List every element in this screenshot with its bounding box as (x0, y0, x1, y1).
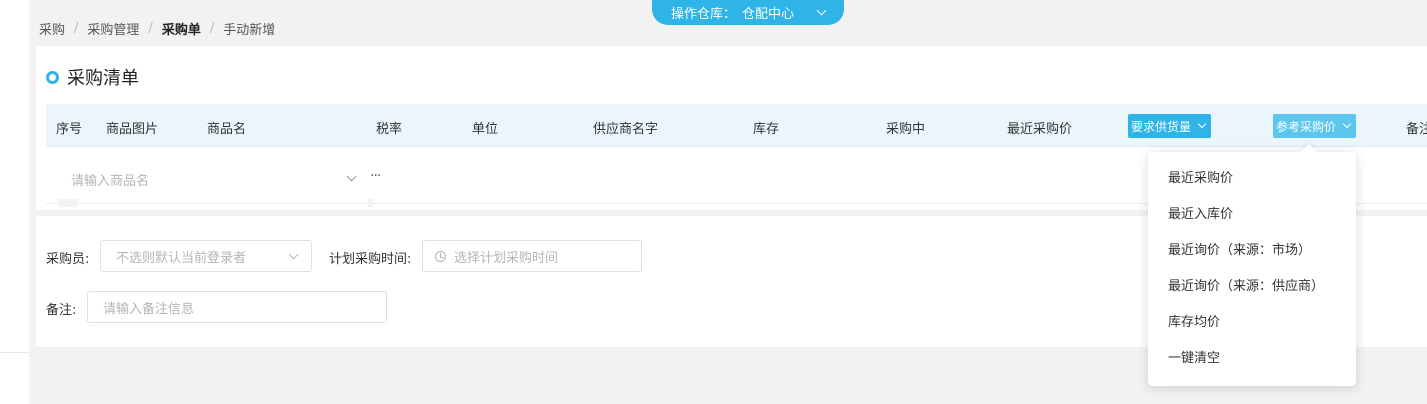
more-icon[interactable]: ··· (370, 168, 381, 184)
plan-time-picker[interactable]: 选择计划采购时间 (422, 240, 642, 272)
product-name-select[interactable]: 请输入商品名 (60, 159, 365, 199)
table-header: 序号 商品图片 商品名 税率 单位 供应商名字 库存 采购中 最近采购价 要求供… (46, 104, 1427, 147)
chevron-down-icon (346, 171, 357, 182)
warehouse-selector[interactable]: 操作仓库： 仓配中心 (652, 0, 844, 25)
menu-item-stock-average-price[interactable]: 库存均价 (1148, 305, 1356, 341)
required-qty-label: 要求供货量 (1131, 119, 1192, 134)
divider (58, 199, 78, 207)
ref-price-label: 参考采购价 (1276, 119, 1337, 134)
plan-time-placeholder: 选择计划采购时间 (454, 250, 559, 266)
breadcrumb-separator: / (148, 21, 153, 36)
remark-placeholder: 请输入备注信息 (103, 301, 195, 317)
breadcrumb-separator: / (74, 21, 79, 36)
buyer-label: 采购员: (46, 252, 90, 267)
breadcrumb-separator: / (209, 21, 215, 36)
warehouse-value: 仓配中心 (742, 7, 795, 22)
col-recent-price: 最近采购价 (1007, 122, 1073, 137)
warehouse-label: 操作仓库： (670, 7, 736, 22)
plan-time-label: 计划采购时间: (329, 252, 412, 267)
section-title-text: 采购清单 (67, 68, 139, 89)
col-image: 商品图片 (106, 122, 159, 137)
menu-item-recent-inquiry-market[interactable]: 最近询价（来源：市场） (1148, 233, 1356, 269)
product-name-placeholder: 请输入商品名 (71, 173, 150, 189)
divider (0, 352, 29, 353)
col-index: 序号 (56, 122, 83, 137)
breadcrumb-item[interactable]: 采购单 (162, 19, 201, 38)
breadcrumb-current: 手动新增 (223, 23, 276, 38)
section-title: 采购清单 (46, 64, 139, 90)
menu-item-clear-all[interactable]: 一键清空 (1148, 341, 1356, 377)
buyer-placeholder: 不选则默认当前登录者 (116, 250, 247, 266)
col-purchasing: 采购中 (886, 122, 926, 137)
col-supplier: 供应商名字 (593, 122, 659, 137)
left-nav-panel (0, 0, 29, 404)
required-qty-dropdown-button[interactable]: 要求供货量 (1128, 114, 1212, 138)
chevron-down-icon (1197, 119, 1207, 129)
chevron-down-icon (816, 5, 827, 16)
remark-input[interactable]: 请输入备注信息 (87, 291, 387, 323)
remark-label: 备注: (46, 303, 77, 318)
divider (368, 199, 373, 207)
ring-icon (46, 70, 59, 84)
col-tax: 税率 (376, 122, 403, 137)
chevron-down-icon (288, 249, 299, 260)
col-remark: 备注 (1406, 122, 1427, 137)
menu-item-recent-purchase-price[interactable]: 最近采购价 (1148, 161, 1356, 197)
breadcrumb-item[interactable]: 采购 (39, 19, 65, 38)
col-unit: 单位 (472, 122, 499, 137)
chevron-down-icon (1342, 119, 1352, 129)
col-name: 商品名 (207, 122, 247, 137)
breadcrumb: 采购 / 采购管理 / 采购单 / 手动新增 (39, 19, 275, 38)
clock-icon (435, 250, 446, 262)
buyer-select[interactable]: 不选则默认当前登录者 (100, 240, 312, 272)
menu-item-recent-inquiry-supplier[interactable]: 最近询价（来源：供应商） (1148, 269, 1356, 305)
col-stock: 库存 (753, 122, 780, 137)
breadcrumb-item[interactable]: 采购管理 (87, 19, 139, 38)
menu-item-recent-inbound-price[interactable]: 最近入库价 (1148, 197, 1356, 233)
ref-price-dropdown-menu: 最近采购价 最近入库价 最近询价（来源：市场） 最近询价（来源：供应商） 库存均… (1148, 152, 1356, 386)
ref-price-dropdown-button[interactable]: 参考采购价 (1273, 114, 1357, 138)
